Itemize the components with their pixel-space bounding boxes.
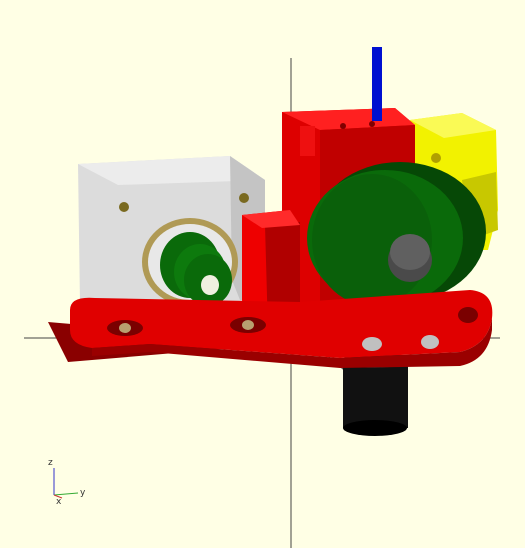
3d-viewport[interactable]: z y x bbox=[0, 0, 525, 548]
gizmo-y-label: y bbox=[80, 488, 86, 498]
render-canvas[interactable]: z y x bbox=[0, 0, 525, 548]
gizmo-x-label: x bbox=[56, 497, 62, 507]
z-axis-rod bbox=[372, 47, 382, 121]
gizmo-z-label: z bbox=[48, 458, 53, 468]
red-lever-arm bbox=[48, 290, 493, 368]
axes-gizmo: z y x bbox=[48, 458, 86, 507]
